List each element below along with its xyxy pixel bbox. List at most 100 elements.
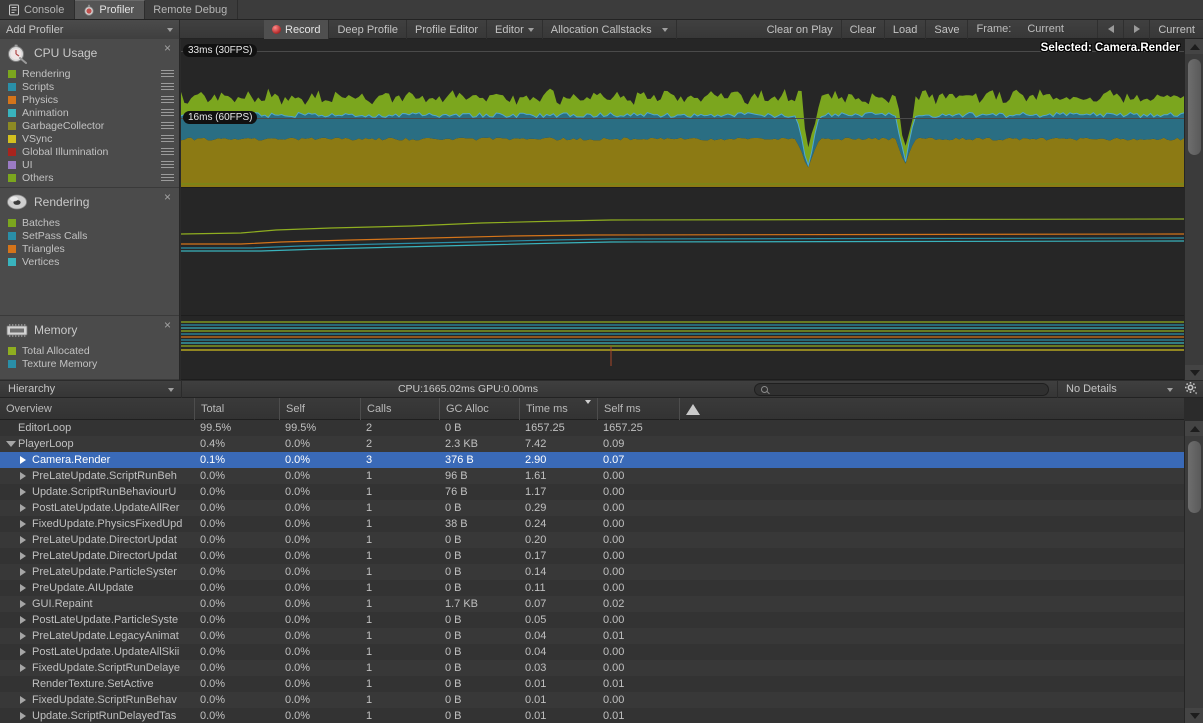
chevron-right-icon[interactable] (20, 712, 26, 720)
close-icon[interactable]: × (162, 42, 173, 54)
table-row[interactable]: PreLateUpdate.LegacyAnimat 0.0% 0.0% 1 0 B 0.… (0, 628, 1184, 644)
drag-handle-icon[interactable] (161, 174, 174, 181)
table-row[interactable]: Camera.Render 0.1% 0.0% 3 376 B 2.90 0.07 (0, 452, 1184, 468)
charts-vertical-scrollbar[interactable] (1184, 39, 1203, 380)
legend-item-vertices[interactable]: Vertices (8, 255, 179, 268)
column-header-name[interactable]: Overview (0, 398, 194, 420)
close-icon[interactable]: × (162, 319, 173, 331)
legend-item-batches[interactable]: Batches (8, 216, 179, 229)
module-cpu-usage[interactable]: CPU Usage × Rendering Scripts Physics Anima… (0, 39, 179, 188)
clear-on-play-button[interactable]: Clear on Play (759, 20, 842, 39)
scroll-up-button[interactable] (1185, 39, 1203, 54)
table-row[interactable]: Update.ScriptRunBehaviourU 0.0% 0.0% 1 76 B 1… (0, 484, 1184, 500)
legend-item-physics[interactable]: Physics (8, 93, 179, 106)
table-row[interactable]: PostLateUpdate.UpdateAllSkii 0.0% 0.0% 1 0 B… (0, 644, 1184, 660)
tab-console[interactable]: Console (0, 0, 76, 19)
column-header-total[interactable]: Total (194, 398, 279, 420)
chevron-right-icon[interactable] (20, 696, 26, 704)
chevron-right-icon[interactable] (20, 456, 26, 464)
current-frame-button[interactable]: Current (1149, 20, 1203, 39)
profiler-hierarchy-table[interactable]: EditorLoop 99.5% 99.5% 2 0 B 1657.25 1657.25 Pl… (0, 420, 1184, 723)
drag-handle-icon[interactable] (161, 122, 174, 129)
deep-profile-button[interactable]: Deep Profile (329, 20, 408, 39)
scrollbar-thumb[interactable] (1188, 441, 1201, 513)
memory-chart[interactable] (181, 316, 1184, 380)
add-profiler-dropdown[interactable]: Add Profiler (0, 20, 180, 39)
drag-handle-icon[interactable] (161, 148, 174, 155)
chevron-down-icon[interactable] (6, 441, 16, 447)
chevron-right-icon[interactable] (20, 520, 26, 528)
legend-item-ui[interactable]: UI (8, 158, 179, 171)
table-row[interactable]: PlayerLoop 0.4% 0.0% 2 2.3 KB 7.42 0.09 (0, 436, 1184, 452)
table-row[interactable]: Update.ScriptRunDelayedTas 0.0% 0.0% 1 0 B 0.… (0, 708, 1184, 723)
legend-item-vsync[interactable]: VSync (8, 132, 179, 145)
next-frame-button[interactable] (1123, 20, 1149, 38)
view-mode-dropdown[interactable]: Hierarchy (0, 380, 182, 398)
table-row[interactable]: PreLateUpdate.DirectorUpdat 0.0% 0.0% 1 0 B 0… (0, 532, 1184, 548)
chevron-right-icon[interactable] (20, 488, 26, 496)
legend-item-total-allocated[interactable]: Total Allocated (8, 344, 179, 357)
legend-item-garbagecollector[interactable]: GarbageCollector (8, 119, 179, 132)
clear-button[interactable]: Clear (842, 20, 885, 39)
legend-item-animation[interactable]: Animation (8, 106, 179, 119)
table-row[interactable]: RenderTexture.SetActive 0.0% 0.0% 1 0 B 0.01 0… (0, 676, 1184, 692)
column-header-calls[interactable]: Calls (360, 398, 439, 420)
legend-item-scripts[interactable]: Scripts (8, 80, 179, 93)
scroll-up-button[interactable] (1185, 421, 1203, 436)
module-rendering[interactable]: Rendering × Batches SetPass Calls Triangle… (0, 188, 179, 316)
profile-editor-button[interactable]: Profile Editor (407, 20, 487, 39)
legend-item-setpass-calls[interactable]: SetPass Calls (8, 229, 179, 242)
record-button[interactable]: Record (264, 20, 330, 39)
tab-profiler[interactable]: Profiler (75, 0, 146, 19)
table-row[interactable]: PreLateUpdate.ScriptRunBeh 0.0% 0.0% 1 96 B 1… (0, 468, 1184, 484)
chevron-right-icon[interactable] (20, 472, 26, 480)
allocation-callstacks-dropdown[interactable]: Allocation Callstacks (543, 20, 677, 39)
legend-item-rendering[interactable]: Rendering (8, 67, 179, 80)
editor-target-dropdown[interactable]: Editor (487, 20, 543, 39)
rendering-chart[interactable] (181, 188, 1184, 316)
drag-handle-icon[interactable] (161, 83, 174, 90)
chevron-right-icon[interactable] (20, 616, 26, 624)
settings-button[interactable] (1179, 381, 1203, 398)
chevron-right-icon[interactable] (20, 584, 26, 592)
table-row[interactable]: GUI.Repaint 0.0% 0.0% 1 1.7 KB 0.07 0.02 (0, 596, 1184, 612)
chevron-right-icon[interactable] (20, 536, 26, 544)
drag-handle-icon[interactable] (161, 135, 174, 142)
legend-item-triangles[interactable]: Triangles (8, 242, 179, 255)
table-vertical-scrollbar[interactable] (1184, 421, 1203, 723)
chevron-right-icon[interactable] (20, 648, 26, 656)
chevron-right-icon[interactable] (20, 632, 26, 640)
chevron-right-icon[interactable] (20, 600, 26, 608)
cpu-usage-chart[interactable]: 33ms (30FPS) 16ms (60FPS) Selected: Came… (181, 39, 1184, 188)
legend-item-texture-memory[interactable]: Texture Memory (8, 357, 179, 370)
save-button[interactable]: Save (926, 20, 969, 39)
close-icon[interactable]: × (162, 191, 173, 203)
table-row[interactable]: PostLateUpdate.ParticleSyste 0.0% 0.0% 1 0 B… (0, 612, 1184, 628)
search-field[interactable] (754, 382, 1049, 396)
scroll-down-button[interactable] (1185, 708, 1203, 723)
chevron-right-icon[interactable] (20, 504, 26, 512)
table-row[interactable]: FixedUpdate.ScriptRunBehav 0.0% 0.0% 1 0 B 0.… (0, 692, 1184, 708)
drag-handle-icon[interactable] (161, 161, 174, 168)
scrollbar-thumb[interactable] (1188, 59, 1201, 155)
previous-frame-button[interactable] (1097, 20, 1123, 38)
drag-handle-icon[interactable] (161, 70, 174, 77)
tab-remote-debug[interactable]: Remote Debug (145, 0, 239, 19)
table-row[interactable]: PreUpdate.AIUpdate 0.0% 0.0% 1 0 B 0.11 0.00 (0, 580, 1184, 596)
module-memory[interactable]: Memory × Total Allocated Texture Memory (0, 316, 179, 380)
legend-item-global-illumination[interactable]: Global Illumination (8, 145, 179, 158)
table-row[interactable]: PreLateUpdate.DirectorUpdat 0.0% 0.0% 1 0 B 0… (0, 548, 1184, 564)
table-row[interactable]: FixedUpdate.PhysicsFixedUpd 0.0% 0.0% 1 38 B… (0, 516, 1184, 532)
column-header-selfms[interactable]: Self ms (597, 398, 679, 420)
column-header-self[interactable]: Self (279, 398, 360, 420)
table-row[interactable]: EditorLoop 99.5% 99.5% 2 0 B 1657.25 1657.25 (0, 420, 1184, 436)
drag-handle-icon[interactable] (161, 109, 174, 116)
table-row[interactable]: FixedUpdate.ScriptRunDelaye 0.0% 0.0% 1 0 B 0… (0, 660, 1184, 676)
chevron-right-icon[interactable] (20, 568, 26, 576)
scroll-down-button[interactable] (1185, 365, 1203, 380)
column-header-sort-toggle[interactable] (679, 398, 705, 420)
table-row[interactable]: PostLateUpdate.UpdateAllRer 0.0% 0.0% 1 0 B 0… (0, 500, 1184, 516)
drag-handle-icon[interactable] (161, 96, 174, 103)
table-row[interactable]: PreLateUpdate.ParticleSyster 0.0% 0.0% 1 0 B… (0, 564, 1184, 580)
chevron-right-icon[interactable] (20, 552, 26, 560)
